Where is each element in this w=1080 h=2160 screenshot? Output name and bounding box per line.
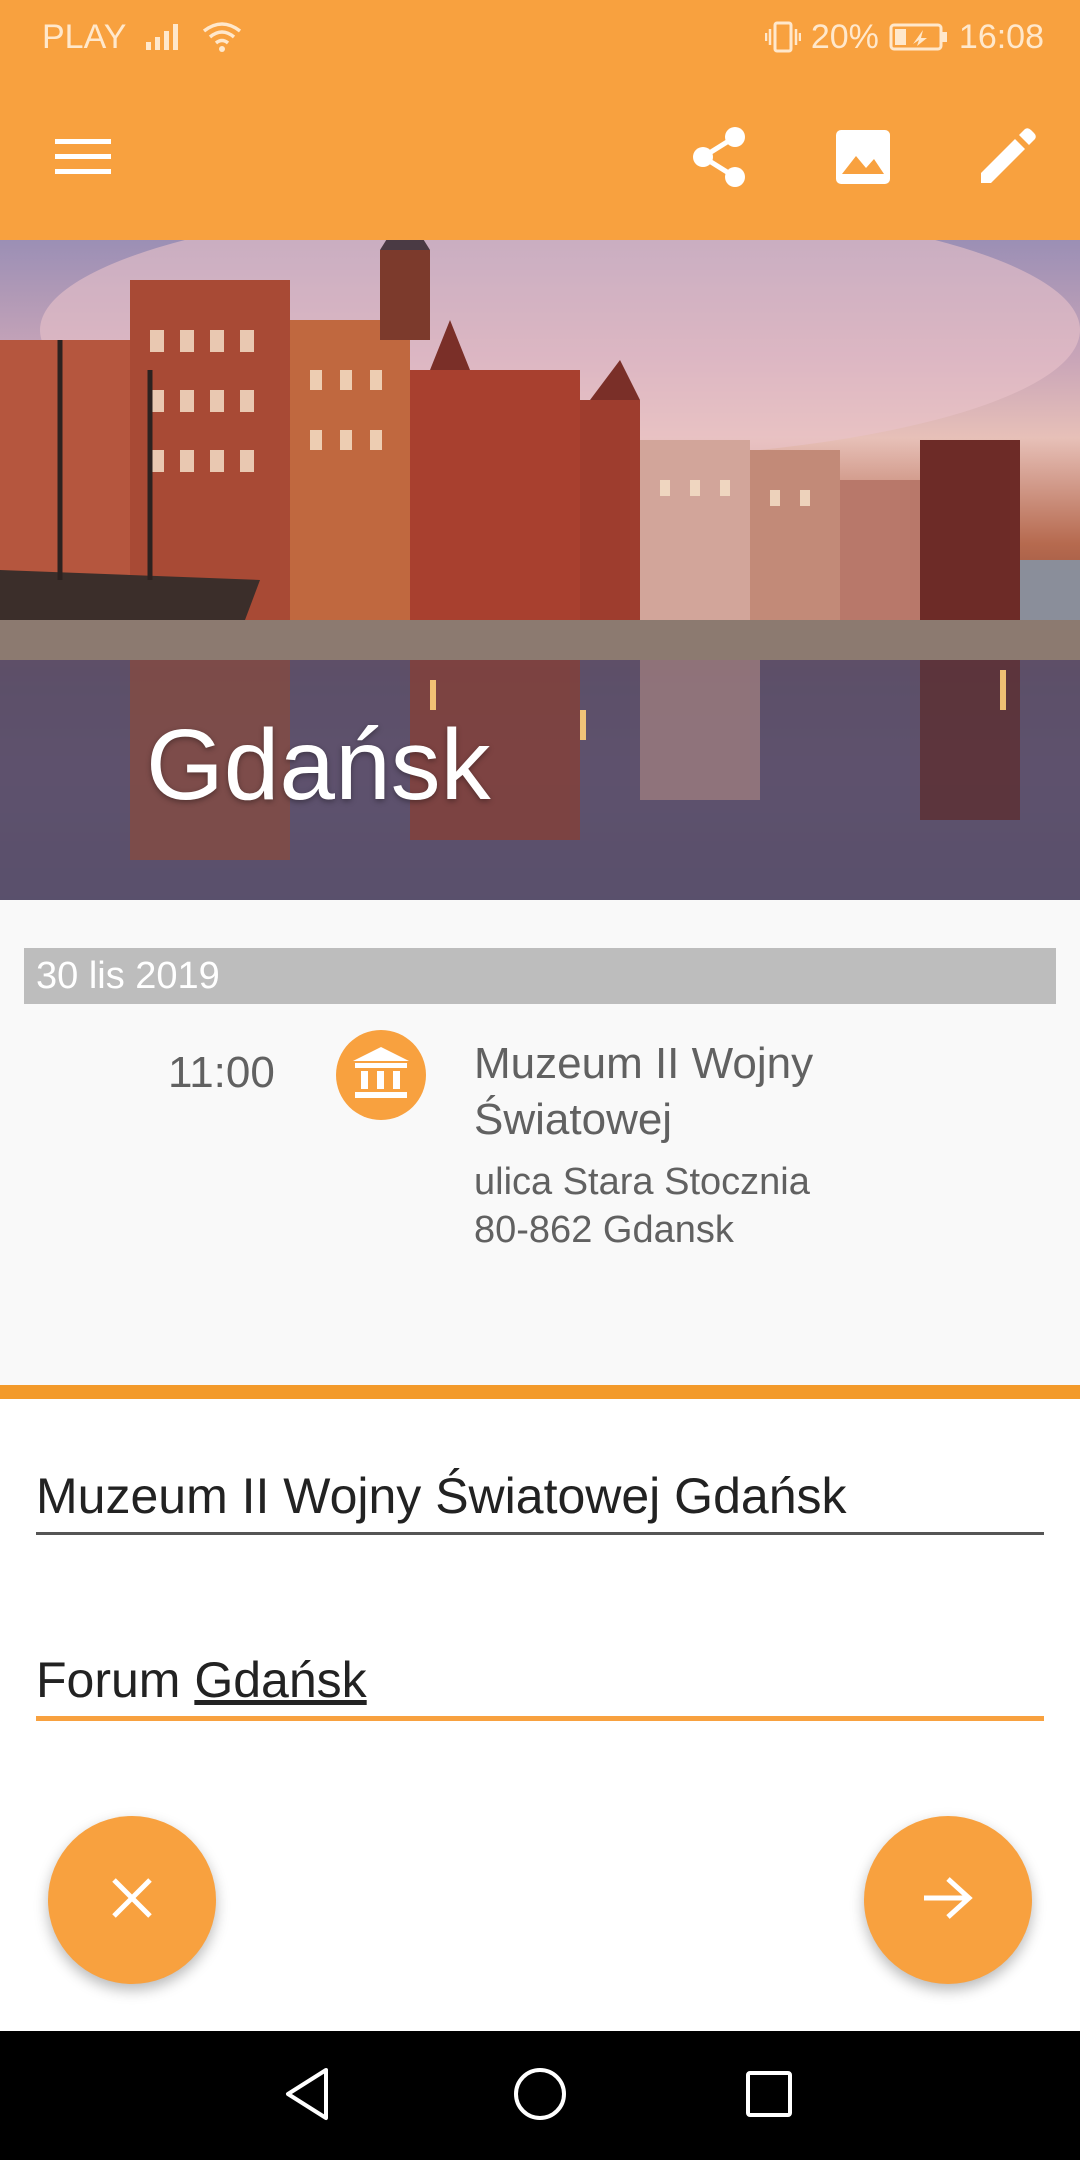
- event-title-line1: Muzeum II Wojny: [474, 1039, 814, 1088]
- date-header: 30 lis 2019: [24, 948, 1056, 1004]
- edit-button[interactable]: [962, 112, 1052, 202]
- cancel-fab-button[interactable]: [48, 1816, 216, 1984]
- city-title: Gdańsk: [146, 709, 491, 821]
- battery-percent: 20%: [810, 17, 879, 56]
- event-time: 11:00: [168, 1048, 275, 1097]
- carrier-label: PLAY: [42, 17, 127, 56]
- location-search-prefix: Forum: [36, 1652, 195, 1708]
- edit-icon: [977, 127, 1037, 187]
- panel-divider: [0, 1385, 1080, 1399]
- home-icon: [512, 2066, 568, 2127]
- nav-recents-button[interactable]: [734, 2061, 804, 2131]
- clock: 16:08: [958, 17, 1044, 56]
- event-address-line2: 80-862 Gdansk: [474, 1209, 734, 1251]
- next-fab-button[interactable]: [864, 1816, 1032, 1984]
- nav-home-button[interactable]: [505, 2061, 575, 2131]
- menu-button[interactable]: [38, 112, 128, 202]
- battery-icon: [889, 22, 949, 52]
- event-address-line1: ulica Stara Stocznia: [474, 1161, 810, 1203]
- menu-icon: [53, 135, 113, 179]
- toolbar: [0, 74, 1080, 240]
- location-search-underlined: Gdańsk: [194, 1652, 367, 1708]
- hero-image: Gdańsk: [0, 240, 1080, 900]
- share-button[interactable]: [674, 112, 764, 202]
- arrow-right-icon: [922, 1876, 974, 1925]
- back-icon: [282, 2066, 332, 2127]
- signal-icon: [144, 22, 184, 52]
- nav-back-button[interactable]: [272, 2061, 342, 2131]
- event-category-badge[interactable]: [336, 1030, 426, 1120]
- image-icon: [834, 128, 892, 186]
- system-nav-bar: [0, 2031, 1080, 2160]
- event-title-line2: Światowej: [474, 1095, 673, 1144]
- status-right: 20% 16:08: [764, 17, 1044, 57]
- wifi-icon: [202, 21, 242, 53]
- vibrate-icon: [764, 20, 801, 54]
- share-icon: [689, 125, 749, 189]
- location-name-field[interactable]: Muzeum II Wojny Światowej Gdańsk: [36, 1467, 1044, 1535]
- event-title[interactable]: Muzeum II Wojny Światowej: [474, 1036, 1034, 1148]
- location-name-value: Muzeum II Wojny Światowej Gdańsk: [36, 1468, 847, 1524]
- recents-icon: [744, 2069, 794, 2124]
- status-left: PLAY: [42, 18, 242, 57]
- app-screen: PLAY 20% 16:08 Gdańsk 30 lis 2019 11:00 …: [0, 0, 1080, 2160]
- image-button[interactable]: [818, 112, 908, 202]
- location-search-field[interactable]: Forum Gdańsk: [36, 1651, 1044, 1721]
- close-icon: [110, 1876, 154, 1925]
- status-bar: PLAY 20% 16:08: [0, 0, 1080, 74]
- itinerary-section: 30 lis 2019 11:00 Muzeum II Wojny Świato…: [0, 900, 1080, 1385]
- museum-icon: [351, 1045, 411, 1106]
- event-address: ulica Stara Stocznia 80-862 Gdansk: [474, 1158, 1034, 1254]
